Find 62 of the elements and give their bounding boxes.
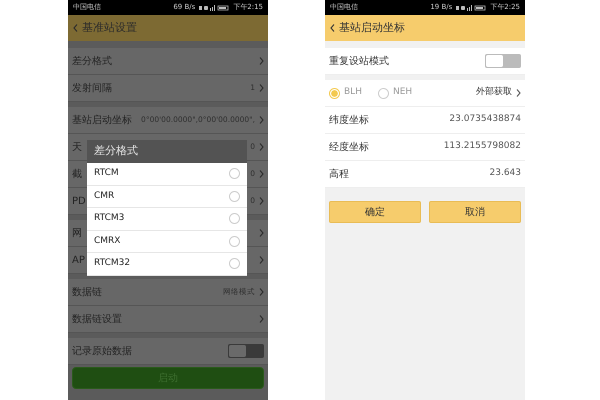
option-label: RTCM32 [94, 257, 130, 270]
option-label: RTCM [94, 167, 119, 180]
setting-label: 基站启动坐标 [72, 114, 132, 128]
chevron-right-icon [259, 256, 264, 264]
chevron-right-icon [259, 288, 264, 296]
field-value: 113.2155798082 [444, 140, 521, 154]
setting-label: 截 [72, 168, 82, 182]
dialog-title: 差分格式 [87, 140, 247, 163]
chevron-right-icon [259, 197, 264, 205]
option-label: CMRX [94, 234, 120, 248]
status-icons-drawing [456, 4, 486, 10]
field-value: 23.643 [490, 167, 521, 180]
field-value: 23.0735438874 [449, 113, 521, 126]
format-option[interactable]: CMR [87, 186, 247, 208]
format-option[interactable]: RTCM3 [87, 208, 247, 230]
screen-title: 基准站设置 [82, 20, 137, 36]
setting-label: 差分格式 [72, 54, 112, 68]
setting-label: 天 [72, 140, 82, 154]
toggle-switch[interactable] [228, 344, 264, 358]
field-label: 纬度坐标 [329, 114, 369, 128]
status-icons-drawing [199, 4, 230, 10]
back-icon [330, 24, 335, 32]
setting-label: 记录原始数据 [72, 344, 132, 358]
settings-row[interactable]: 记录原始数据 [68, 338, 268, 365]
option-label: RTCM3 [94, 212, 124, 225]
coord-type-option[interactable]: NEH [378, 86, 412, 100]
setting-label: 数据链设置 [72, 312, 122, 326]
setting-label: 数据链 [72, 286, 102, 300]
radio-button[interactable] [229, 236, 240, 247]
settings-row[interactable]: 数据链设置 [68, 306, 268, 333]
back-icon [73, 24, 78, 32]
field-label: 高程 [329, 168, 349, 182]
radio-button[interactable] [229, 190, 240, 202]
chevron-right-icon [259, 143, 264, 151]
back-button[interactable] [330, 24, 335, 32]
screen-title: 基站启动坐标 [339, 20, 405, 36]
format-option[interactable]: CMRX [87, 230, 247, 253]
field-label: 经度坐标 [329, 140, 369, 154]
settings-row[interactable]: 差分格式 [68, 48, 268, 75]
confirm-button[interactable]: 确定 [329, 201, 421, 223]
setting-label: AP [72, 254, 85, 268]
chevron-right-icon [259, 116, 264, 124]
format-option[interactable]: RTCM32 [87, 253, 247, 276]
chevron-right-icon [516, 89, 521, 97]
radio-button[interactable] [229, 213, 240, 224]
radio-button[interactable] [229, 258, 240, 270]
chevron-right-icon [259, 229, 264, 237]
setting-label: PD [72, 194, 86, 208]
cancel-button[interactable]: 取消 [429, 201, 521, 223]
setting-label: 重复设站模式 [329, 54, 389, 68]
chevron-right-icon [259, 315, 264, 323]
toggle-switch[interactable] [485, 54, 521, 68]
coord-type-option[interactable]: BLH [329, 86, 362, 100]
radio-button[interactable] [229, 168, 240, 180]
external-fetch-link[interactable]: 外部获取 [476, 86, 521, 100]
format-option[interactable]: RTCM [87, 163, 247, 186]
setting-label: 发射间隔 [72, 82, 112, 96]
chevron-right-icon [259, 57, 264, 65]
chevron-right-icon [259, 170, 264, 178]
chevron-right-icon [259, 84, 264, 92]
option-label: CMR [94, 190, 114, 202]
setting-label: 网 [72, 226, 82, 240]
